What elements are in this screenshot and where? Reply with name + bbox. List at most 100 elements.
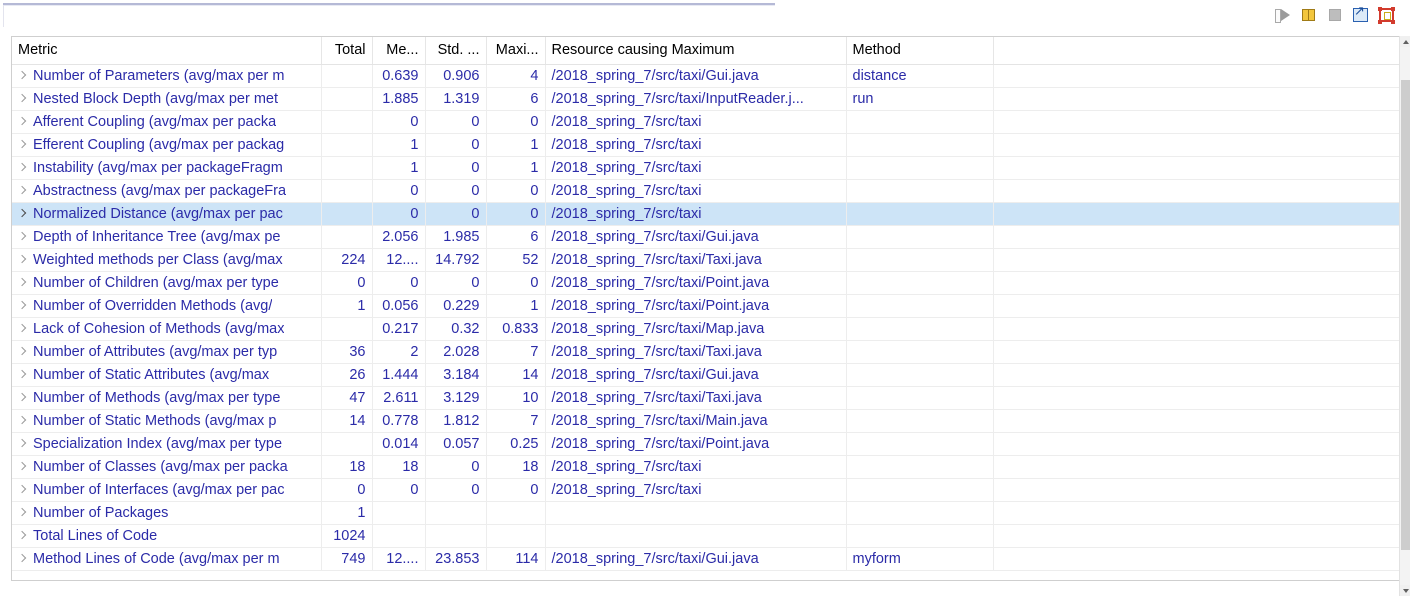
chevron-right-icon[interactable]: [18, 115, 27, 129]
table-row[interactable]: Instability (avg/max per packageFragm 1 0 1…: [12, 156, 1399, 180]
cell-metric[interactable]: Afferent Coupling (avg/max per packa: [12, 110, 322, 134]
table-row[interactable]: Number of Methods (avg/max per type 47 2.6…: [12, 386, 1399, 410]
cell-metric[interactable]: Number of Children (avg/max per type: [12, 271, 322, 295]
column-header-resource-causing-maximum[interactable]: Resource causing Maximum: [545, 37, 847, 65]
cell-metric[interactable]: Number of Attributes (avg/max per typ: [12, 340, 322, 364]
cell-total: [321, 432, 373, 456]
chevron-right-icon[interactable]: [18, 253, 27, 267]
table-row[interactable]: Normalized Distance (avg/max per pac 0 0 0/…: [12, 202, 1399, 226]
table-row[interactable]: Weighted methods per Class (avg/max 224 12…: [12, 248, 1399, 272]
chevron-right-icon[interactable]: [18, 368, 27, 382]
table-row[interactable]: Specialization Index (avg/max per type 0.…: [12, 432, 1399, 456]
cell-metric[interactable]: Number of Methods (avg/max per type: [12, 386, 322, 410]
table-row[interactable]: Number of Interfaces (avg/max per pac 0 0 0…: [12, 478, 1399, 502]
table-row[interactable]: Nested Block Depth (avg/max per met 1.885…: [12, 87, 1399, 111]
chevron-right-icon[interactable]: [18, 529, 27, 543]
table-row[interactable]: Total Lines of Code 1024: [12, 524, 1399, 548]
cell-total: [321, 225, 373, 249]
metrics-table-container[interactable]: Metric Total Me... Std. ... Maxi... Reso…: [11, 36, 1399, 581]
cell-metric[interactable]: Number of Interfaces (avg/max per pac: [12, 478, 322, 502]
chevron-right-icon[interactable]: [18, 92, 27, 106]
table-row[interactable]: Number of Static Methods (avg/max p 14 0.7…: [12, 409, 1399, 433]
cell-metric[interactable]: Number of Packages: [12, 501, 322, 525]
table-row[interactable]: Depth of Inheritance Tree (avg/max pe 2.0…: [12, 225, 1399, 249]
table-row[interactable]: Lack of Cohesion of Methods (avg/max 0.21…: [12, 317, 1399, 341]
cell-mean: 2: [372, 340, 426, 364]
cell-metric[interactable]: Number of Classes (avg/max per packa: [12, 455, 322, 479]
pause-button[interactable]: [1299, 6, 1318, 24]
chevron-right-icon[interactable]: [18, 230, 27, 244]
cell-metric[interactable]: Method Lines of Code (avg/max per m: [12, 547, 322, 571]
cell-metric[interactable]: Depth of Inheritance Tree (avg/max pe: [12, 225, 322, 249]
chevron-right-icon[interactable]: [18, 207, 27, 221]
cell-filler: [993, 225, 1399, 249]
column-header-mean[interactable]: Me...: [372, 37, 426, 65]
show-graph-button[interactable]: [1377, 6, 1396, 24]
cell-metric[interactable]: Number of Static Methods (avg/max p: [12, 409, 322, 433]
column-header-maximum[interactable]: Maxi...: [486, 37, 546, 65]
chevron-right-icon[interactable]: [18, 483, 27, 497]
table-row[interactable]: Abstractness (avg/max per packageFra 0 0 0/…: [12, 179, 1399, 203]
resume-button[interactable]: [1273, 6, 1292, 24]
chevron-right-icon[interactable]: [18, 460, 27, 474]
cell-metric[interactable]: Abstractness (avg/max per packageFra: [12, 179, 322, 203]
cell-metric[interactable]: Number of Static Attributes (avg/max: [12, 363, 322, 387]
table-row[interactable]: Afferent Coupling (avg/max per packa 0 0 0/…: [12, 110, 1399, 134]
cell-metric[interactable]: Number of Parameters (avg/max per m: [12, 64, 322, 88]
cell-method: [846, 294, 994, 318]
table-row[interactable]: Number of Overridden Methods (avg/1 0.056…: [12, 294, 1399, 318]
table-row[interactable]: Number of Static Attributes (avg/max 26 1…: [12, 363, 1399, 387]
cell-method: [846, 133, 994, 157]
cell-maximum: [486, 501, 546, 525]
cell-metric[interactable]: Efferent Coupling (avg/max per packag: [12, 133, 322, 157]
chevron-right-icon[interactable]: [18, 391, 27, 405]
scroll-up-arrow[interactable]: [1400, 36, 1410, 47]
table-row[interactable]: Method Lines of Code (avg/max per m 749 12…: [12, 547, 1399, 571]
scroll-down-arrow[interactable]: [1400, 585, 1410, 596]
table-row[interactable]: Number of Children (avg/max per type 0 0 0 0…: [12, 271, 1399, 295]
column-header-std-deviation[interactable]: Std. ...: [425, 37, 487, 65]
cell-resource: /2018_spring_7/src/taxi: [545, 156, 847, 180]
cell-metric[interactable]: Instability (avg/max per packageFragm: [12, 156, 322, 180]
cell-maximum: 0: [486, 271, 546, 295]
chevron-right-icon[interactable]: [18, 299, 27, 313]
cell-total: 1: [321, 294, 373, 318]
table-row[interactable]: Number of Parameters (avg/max per m 0.639…: [12, 64, 1399, 88]
scroll-thumb[interactable]: [1401, 80, 1410, 550]
cell-std-deviation: 0: [425, 133, 487, 157]
chevron-right-icon[interactable]: [18, 69, 27, 83]
chevron-right-icon[interactable]: [18, 414, 27, 428]
chevron-right-icon[interactable]: [18, 161, 27, 175]
chevron-right-icon[interactable]: [18, 506, 27, 520]
cell-maximum: 4: [486, 64, 546, 88]
cell-metric[interactable]: Normalized Distance (avg/max per pac: [12, 202, 322, 226]
cell-metric[interactable]: Nested Block Depth (avg/max per met: [12, 87, 322, 111]
chevron-right-icon[interactable]: [18, 184, 27, 198]
cell-metric[interactable]: Lack of Cohesion of Methods (avg/max: [12, 317, 322, 341]
chevron-right-icon[interactable]: [18, 322, 27, 336]
chevron-right-icon[interactable]: [18, 552, 27, 566]
table-row[interactable]: Number of Attributes (avg/max per typ 36 2…: [12, 340, 1399, 364]
metric-label: Number of Static Attributes (avg/max: [33, 366, 270, 383]
table-row[interactable]: Efferent Coupling (avg/max per packag 1 0 1…: [12, 133, 1399, 157]
chevron-right-icon[interactable]: [18, 138, 27, 152]
cell-total: 749: [321, 547, 373, 571]
cell-metric[interactable]: Weighted methods per Class (avg/max: [12, 248, 322, 272]
column-header-method[interactable]: Method: [846, 37, 994, 65]
chevron-right-icon[interactable]: [18, 345, 27, 359]
export-button[interactable]: [1351, 5, 1370, 24]
metric-label: Afferent Coupling (avg/max per packa: [33, 113, 277, 130]
chevron-right-icon[interactable]: [18, 437, 27, 451]
cell-maximum: 7: [486, 340, 546, 364]
table-row[interactable]: Number of Packages 1: [12, 501, 1399, 525]
cell-metric[interactable]: Total Lines of Code: [12, 524, 322, 548]
column-header-total[interactable]: Total: [321, 37, 373, 65]
vertical-scrollbar[interactable]: [1399, 36, 1410, 596]
cell-metric[interactable]: Specialization Index (avg/max per type: [12, 432, 322, 456]
cell-metric[interactable]: Number of Overridden Methods (avg/: [12, 294, 322, 318]
stop-button[interactable]: [1325, 6, 1344, 24]
chevron-right-icon[interactable]: [18, 276, 27, 290]
column-header-metric[interactable]: Metric: [12, 37, 322, 65]
table-row[interactable]: Number of Classes (avg/max per packa 18 18…: [12, 455, 1399, 479]
cell-total: 0: [321, 271, 373, 295]
